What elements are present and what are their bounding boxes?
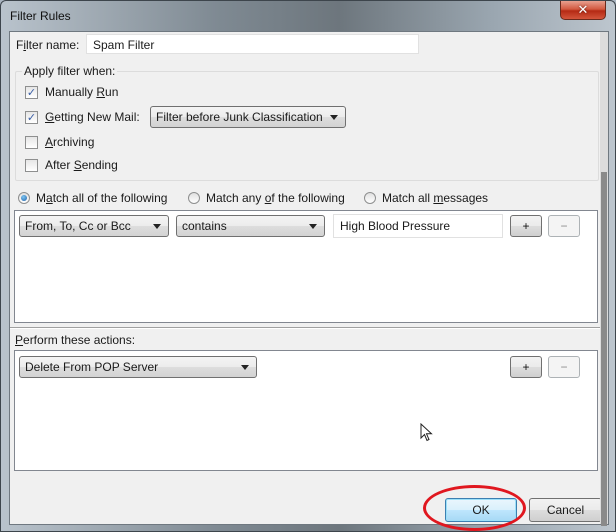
- new-mail-timing-dropdown[interactable]: Filter before Junk Classification: [150, 106, 346, 128]
- window-title: Filter Rules: [10, 9, 71, 23]
- match-all-radio[interactable]: Match all of the following: [18, 191, 167, 205]
- filter-name-label: Filter name:: [16, 38, 80, 52]
- add-rule-button[interactable]: +: [510, 215, 542, 237]
- match-any-label: Match any of the following: [206, 191, 345, 205]
- rule-value-input[interactable]: High Blood Pressure: [333, 214, 503, 238]
- apply-filter-when-legend: Apply filter when:: [22, 64, 118, 78]
- radio-selected-icon[interactable]: [18, 192, 30, 204]
- scrollbar[interactable]: [600, 32, 608, 526]
- remove-rule-button[interactable]: −: [548, 215, 580, 237]
- cancel-button[interactable]: Cancel: [529, 498, 602, 522]
- match-all-messages-label: Match all messages: [382, 191, 489, 205]
- match-all-messages-radio[interactable]: Match all messages: [364, 191, 488, 205]
- after-sending-checkbox-row[interactable]: After Sending: [25, 156, 118, 174]
- archiving-checkbox-row[interactable]: Archiving: [25, 133, 94, 151]
- chevron-down-icon: [241, 365, 249, 370]
- after-sending-checkbox[interactable]: [25, 158, 38, 172]
- radio-unselected-icon[interactable]: [188, 192, 200, 204]
- radio-unselected-icon[interactable]: [364, 192, 376, 204]
- mouse-cursor-icon: [420, 423, 433, 442]
- checkmark-icon: ✓: [26, 111, 37, 124]
- actions-list[interactable]: Delete From POP Server + −: [14, 350, 598, 471]
- checkmark-icon: ✓: [26, 86, 37, 99]
- rule-operator-dropdown[interactable]: contains: [176, 215, 325, 237]
- filter-name-input[interactable]: Spam Filter: [86, 34, 419, 54]
- close-button[interactable]: ✕: [560, 1, 606, 20]
- add-action-button[interactable]: +: [510, 356, 542, 378]
- getting-new-mail-label: Getting New Mail:: [45, 110, 140, 124]
- action-value: Delete From POP Server: [25, 360, 159, 374]
- match-any-radio[interactable]: Match any of the following: [188, 191, 345, 205]
- archiving-checkbox[interactable]: [25, 135, 38, 149]
- scrollbar-thumb[interactable]: [601, 172, 607, 526]
- action-dropdown[interactable]: Delete From POP Server: [19, 356, 257, 378]
- rule-field-value: From, To, Cc or Bcc: [25, 219, 131, 233]
- chevron-down-icon: [153, 224, 161, 229]
- remove-action-button[interactable]: −: [548, 356, 580, 378]
- close-icon: ✕: [577, 2, 589, 17]
- rule-operator-value: contains: [182, 219, 227, 233]
- archiving-label: Archiving: [45, 135, 95, 149]
- new-mail-timing-value: Filter before Junk Classification: [156, 110, 323, 124]
- title-bar[interactable]: Filter Rules ✕: [1, 1, 615, 31]
- section-divider: [10, 327, 602, 329]
- manually-run-label: Manually Run: [45, 85, 119, 99]
- chevron-down-icon: [330, 115, 338, 120]
- match-all-label: Match all of the following: [36, 191, 168, 205]
- rules-list[interactable]: From, To, Cc or Bcc contains High Blood …: [14, 210, 598, 323]
- manually-run-checkbox-row[interactable]: ✓ Manually Run: [25, 83, 118, 101]
- after-sending-label: After Sending: [45, 158, 118, 172]
- getting-new-mail-checkbox[interactable]: ✓: [25, 110, 38, 124]
- chevron-down-icon: [309, 224, 317, 229]
- getting-new-mail-checkbox-row[interactable]: ✓ Getting New Mail:: [25, 108, 140, 126]
- ok-button[interactable]: OK: [445, 498, 517, 522]
- dialog-client-area: Filter name: Spam Filter Apply filter wh…: [9, 31, 609, 526]
- rule-field-dropdown[interactable]: From, To, Cc or Bcc: [19, 215, 169, 237]
- apply-filter-when-group: Apply filter when: ✓ Manually Run ✓ Gett…: [15, 64, 599, 181]
- perform-actions-label: Perform these actions:: [15, 333, 136, 347]
- manually-run-checkbox[interactable]: ✓: [25, 85, 38, 99]
- filter-rules-window: Filter Rules ✕ Filter name: Spam Filter …: [0, 0, 616, 532]
